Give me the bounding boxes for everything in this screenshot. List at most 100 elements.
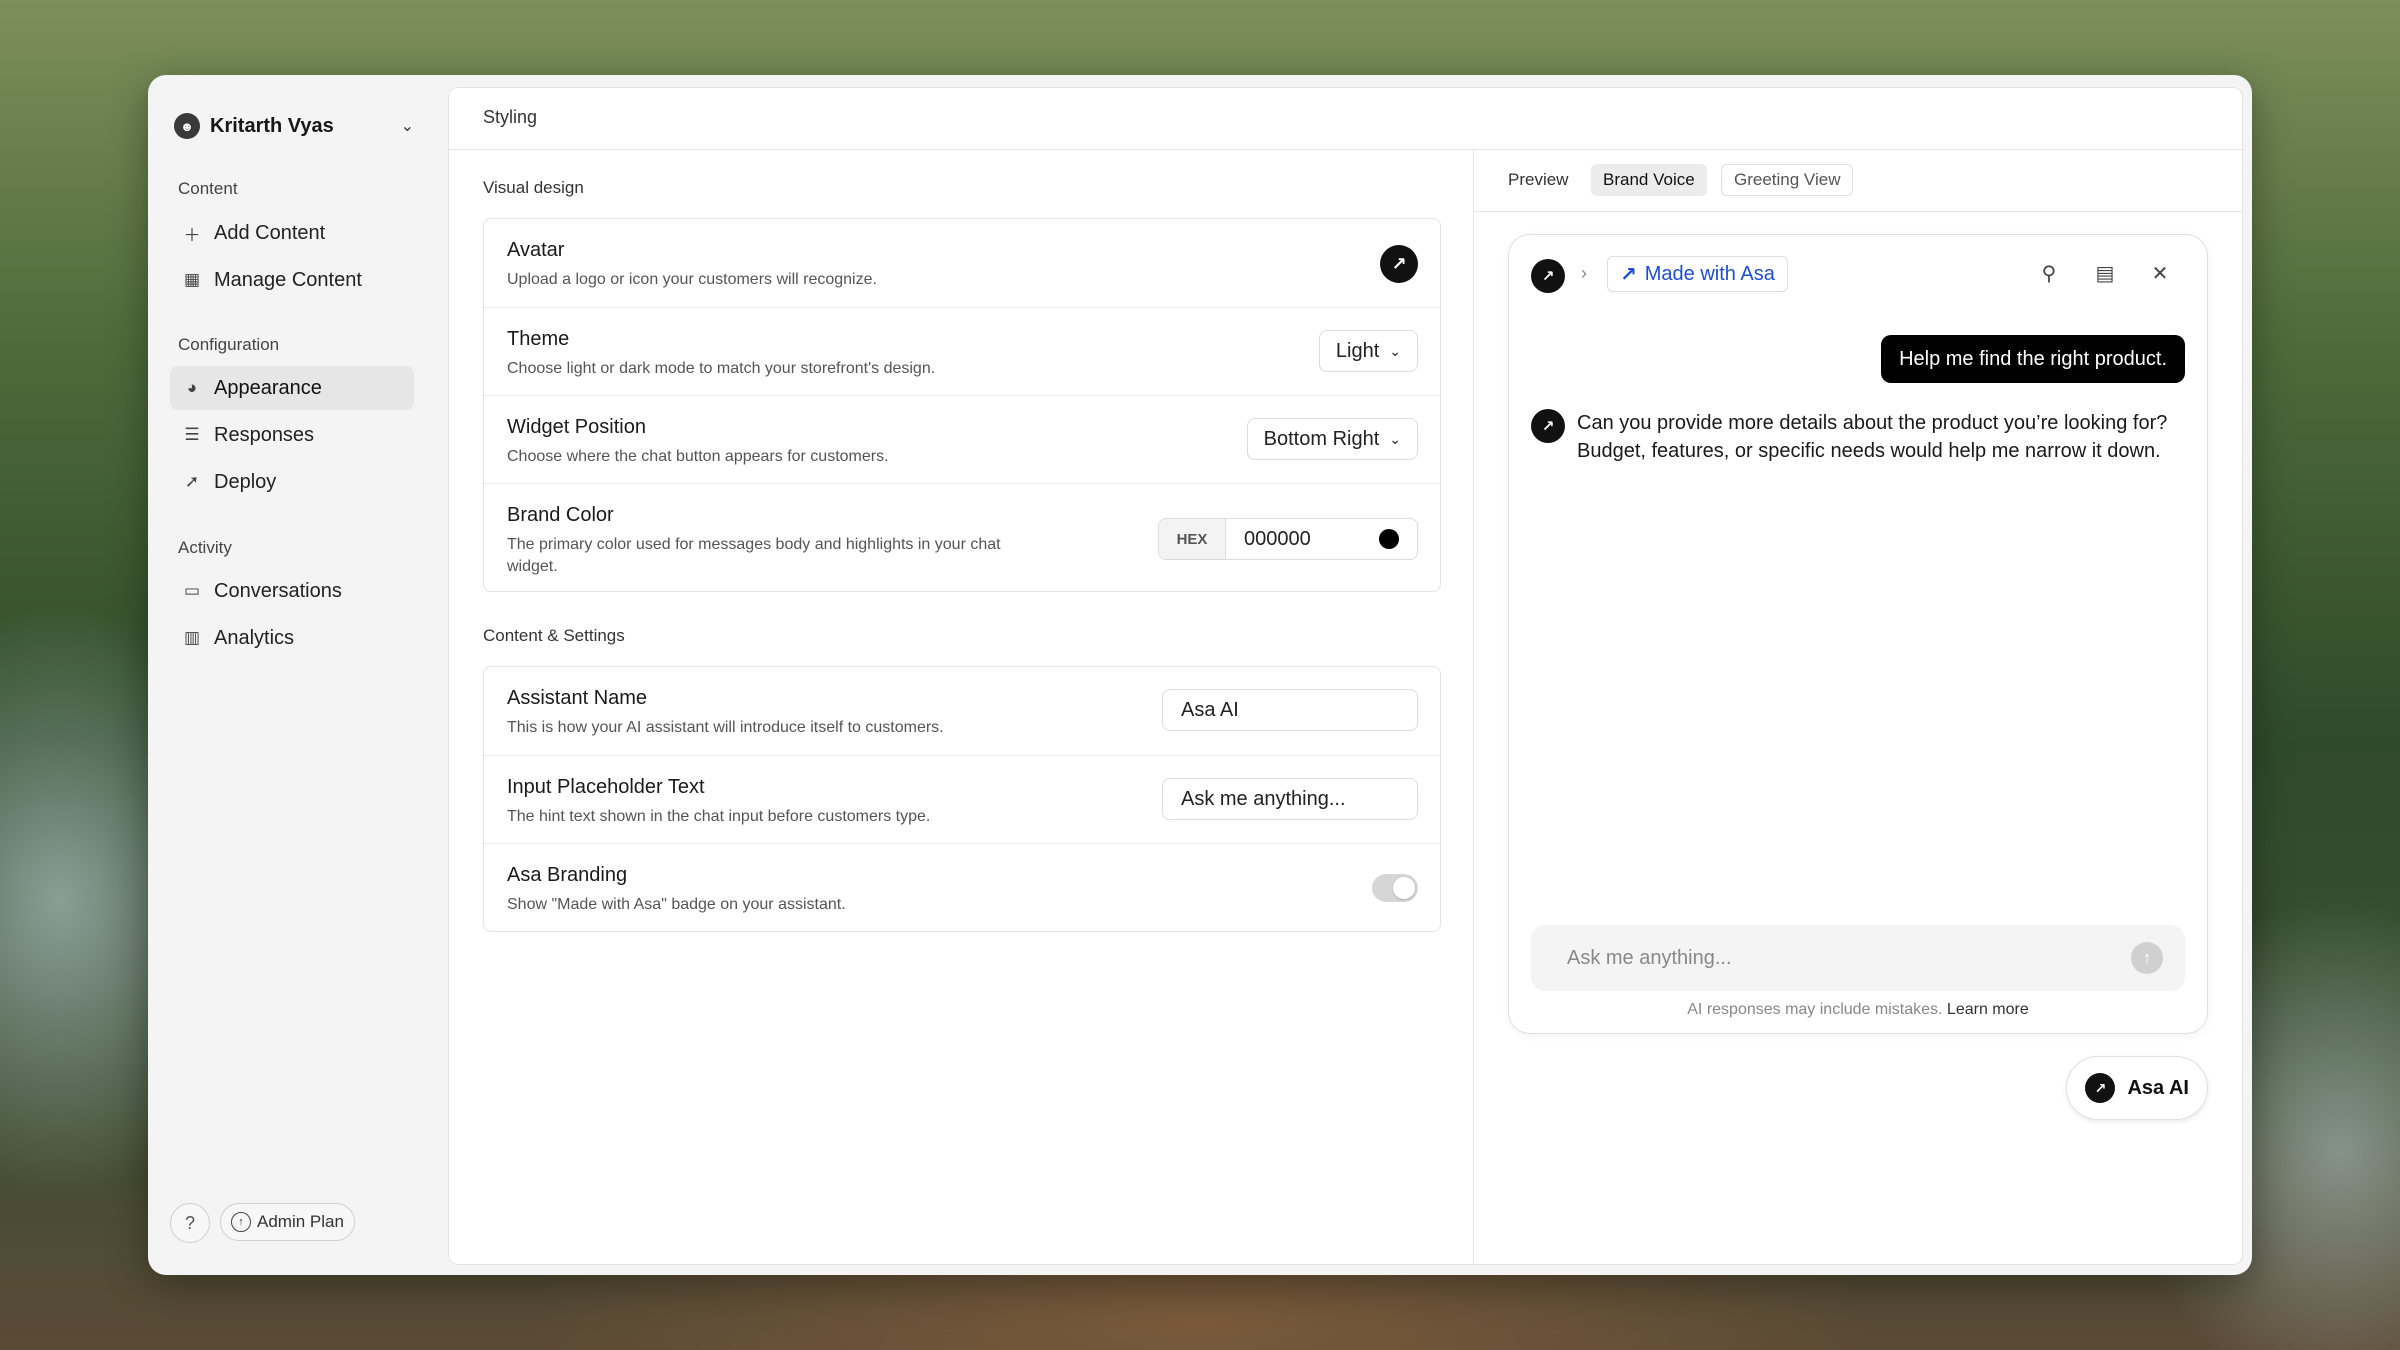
settings-column: Visual design Avatar Upload a logo or ic… (449, 150, 1474, 1264)
chevron-down-icon: ⌄ (400, 118, 414, 135)
tab-brand-voice[interactable]: Brand Voice (1591, 164, 1707, 196)
sidebar: ☻ Kritarth Vyas ⌄ Content ＋ Add Content … (148, 75, 448, 1275)
hex-tag: HEX (1159, 519, 1226, 559)
sidebar-item-appearance[interactable]: ◕ Appearance (170, 366, 414, 410)
brand-color-row: Brand Color The primary color used for m… (484, 483, 1440, 592)
theme-desc: Choose light or dark mode to match your … (507, 360, 936, 377)
visual-design-card: Avatar Upload a logo or icon your custom… (483, 218, 1441, 592)
learn-more-link[interactable]: Learn more (1947, 1001, 2029, 1018)
inbox-icon: ▭ (183, 581, 201, 600)
assistant-name-desc: This is how your AI assistant will intro… (507, 719, 944, 736)
preview-label: Preview (1508, 170, 1569, 189)
branding-title: Asa Branding (507, 864, 628, 886)
preview-header: Preview Brand Voice Greeting View (1474, 150, 2242, 212)
main-panel: Styling Visual design Avatar Upload a lo… (448, 87, 2243, 1265)
chat-widget-preview: ↗ › ↗ Made with Asa ⚲ ▤ ✕ Help me find t… (1508, 234, 2208, 1034)
chat-input-placeholder: Ask me anything... (1567, 946, 1732, 969)
brand-color-desc: The primary color used for messages body… (507, 536, 1001, 575)
arrow-up-right-icon: ↗ (1541, 268, 1555, 285)
user-switcher[interactable]: ☻ Kritarth Vyas ⌄ (174, 105, 414, 147)
sidebar-item-add-content[interactable]: ＋ Add Content (170, 211, 414, 255)
widget-position-row: Widget Position Choose where the chat bu… (484, 395, 1440, 484)
widget-position-title: Widget Position (507, 416, 646, 438)
arrow-up-icon: ↑ (2142, 947, 2152, 968)
bar-chart-icon: ▥ (183, 628, 201, 647)
disclaimer: AI responses may include mistakes. Learn… (1509, 1001, 2207, 1019)
preview-column: Preview Brand Voice Greeting View ↗ › ↗ … (1474, 150, 2242, 1264)
app-window: ☻ Kritarth Vyas ⌄ Content ＋ Add Content … (148, 75, 2252, 1275)
toggle-knob (1393, 877, 1415, 899)
content-settings-label: Content & Settings (483, 626, 625, 645)
sliders-icon: ☰ (184, 425, 200, 444)
rocket-icon: ➚ (184, 472, 200, 491)
grid-icon: ▦ (183, 270, 201, 289)
page-title: Styling (483, 107, 538, 127)
sidebar-item-responses[interactable]: ☰ Responses (170, 413, 414, 457)
chat-input[interactable]: Ask me anything... ↑ (1531, 925, 2185, 991)
arrow-up-right-icon: ↗ (1620, 263, 1637, 286)
message-icon[interactable]: ▤ (2091, 261, 2119, 286)
user-message: Help me find the right product. (1881, 335, 2185, 383)
bot-message: Can you provide more details about the p… (1577, 412, 2168, 462)
sidebar-item-label: Add Content (214, 221, 326, 244)
avatar: ☻ (174, 113, 200, 139)
brand-color-field[interactable]: HEX 000000 (1158, 518, 1418, 560)
disclaimer-text: AI responses may include mistakes. (1687, 1001, 1943, 1018)
widget-position-select[interactable]: Bottom Right ⌄ (1246, 418, 1418, 460)
avatar-desc: Upload a logo or icon your customers wil… (507, 271, 877, 288)
plus-icon: ＋ (183, 225, 201, 245)
sidebar-item-analytics[interactable]: ▥ Analytics (170, 616, 414, 660)
sidebar-item-deploy[interactable]: ➚ Deploy (170, 460, 414, 504)
arrow-up-circle-icon: ↑ (231, 1212, 251, 1232)
chevron-down-icon: ⌄ (1389, 430, 1401, 447)
color-swatch[interactable] (1379, 529, 1399, 549)
visual-design-label: Visual design (483, 178, 584, 197)
bot-avatar: ↗ (2085, 1073, 2116, 1103)
sidebar-item-conversations[interactable]: ▭ Conversations (170, 569, 414, 613)
bot-avatar: ↗ (1531, 409, 1565, 443)
user-icon[interactable]: ⚲ (2035, 261, 2063, 286)
chevron-right-icon: › (1581, 263, 1587, 283)
branding-row: Asa Branding Show "Made with Asa" badge … (484, 843, 1440, 932)
theme-title: Theme (507, 328, 570, 350)
assistant-name-input[interactable]: Asa AI (1162, 689, 1418, 731)
placeholder-title: Input Placeholder Text (507, 776, 705, 798)
branding-toggle[interactable] (1372, 874, 1418, 902)
placeholder-desc: The hint text shown in the chat input be… (507, 808, 931, 825)
theme-select[interactable]: Light ⌄ (1318, 330, 1418, 372)
arrow-up-right-icon: ↗ (2094, 1079, 2107, 1096)
help-button[interactable]: ? (170, 1203, 210, 1243)
bot-message-row: ↗ Can you provide more details about the… (1531, 409, 2181, 465)
placeholder-input[interactable]: Ask me anything... (1162, 778, 1418, 820)
widget-position-desc: Choose where the chat button appears for… (507, 448, 889, 465)
assistant-name-row: Assistant Name This is how your AI assis… (484, 667, 1440, 755)
admin-plan-button[interactable]: ↑ Admin Plan (220, 1203, 355, 1241)
user-name: Kritarth Vyas (210, 114, 334, 137)
brand-color-input[interactable]: 000000 (1244, 528, 1379, 551)
avatar-row: Avatar Upload a logo or icon your custom… (484, 219, 1440, 307)
avatar-title: Avatar (507, 239, 565, 261)
arrow-up-right-icon: ↗ (1541, 418, 1555, 435)
sidebar-item-label: Analytics (214, 626, 295, 649)
avatar-upload-button[interactable]: ↗ (1380, 245, 1418, 283)
sidebar-item-label: Responses (214, 423, 315, 446)
widget-position-value: Bottom Right (1263, 427, 1380, 450)
section-label-content: Content (178, 179, 238, 198)
tab-greeting-view[interactable]: Greeting View (1721, 164, 1854, 196)
section-label-activity: Activity (178, 538, 232, 557)
sidebar-item-manage-content[interactable]: ▦ Manage Content (170, 258, 414, 302)
close-icon[interactable]: ✕ (2146, 261, 2174, 286)
theme-value: Light (1335, 339, 1380, 362)
made-with-badge[interactable]: ↗ Made with Asa (1607, 256, 1788, 292)
branding-desc: Show "Made with Asa" badge on your assis… (507, 896, 846, 913)
admin-plan-label: Admin Plan (257, 1212, 344, 1231)
theme-row: Theme Choose light or dark mode to match… (484, 307, 1440, 396)
sidebar-item-label: Conversations (214, 579, 342, 602)
bot-avatar: ↗ (1531, 259, 1565, 293)
arrow-up-right-icon: ↗ (1391, 253, 1407, 274)
content-settings-card: Assistant Name This is how your AI assis… (483, 666, 1441, 932)
send-button[interactable]: ↑ (2131, 942, 2163, 974)
sidebar-item-label: Appearance (214, 376, 322, 399)
chat-launcher-button[interactable]: ↗ Asa AI (2066, 1056, 2208, 1120)
made-with-label: Made with Asa (1644, 262, 1775, 285)
